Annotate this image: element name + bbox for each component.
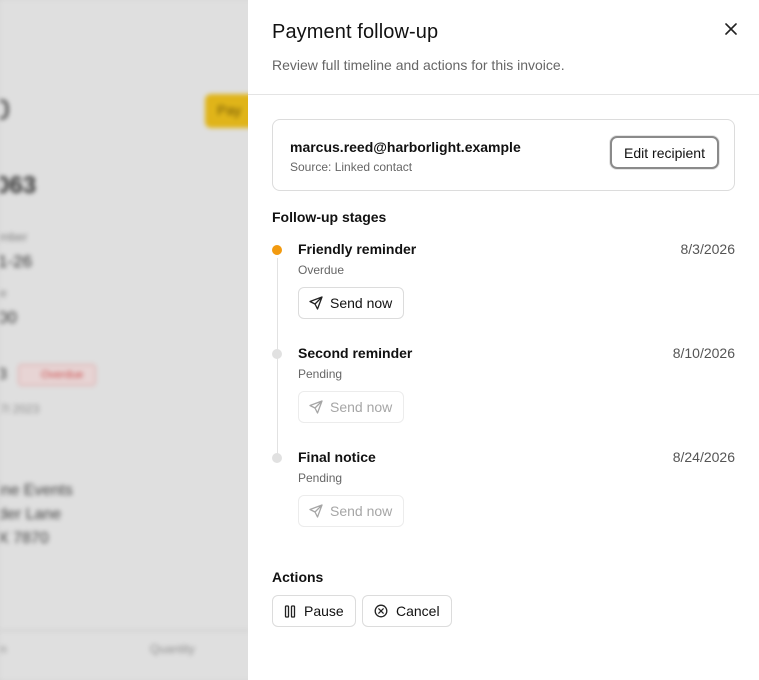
pause-icon [284,604,296,618]
close-icon [725,23,737,35]
stage-dot-active [272,245,282,255]
pause-label: Pause [304,603,344,619]
send-icon [309,504,323,518]
recipient-source: Source: Linked contact [290,160,413,174]
stage-status: Pending [298,471,343,485]
drawer-header: Payment follow-up Review full timeline a… [248,0,759,95]
send-now-label: Send now [330,503,393,519]
recipient-email: marcus.reed@harborlight.example [290,139,521,155]
send-now-label: Send now [330,295,393,311]
payment-followup-drawer: Payment follow-up Review full timeline a… [248,0,759,680]
close-button[interactable] [720,18,742,40]
cancel-label: Cancel [396,603,440,619]
stage-dot-pending [272,453,282,463]
send-icon [309,296,323,310]
stage-name: Friendly reminder [298,241,417,257]
stages-heading: Follow-up stages [272,209,387,225]
actions-heading: Actions [272,569,324,585]
cancel-circle-icon [374,604,388,618]
stage-date: 8/10/2026 [672,345,735,361]
stage-status: Overdue [298,263,345,277]
stage-name: Final notice [298,449,376,465]
recipient-card: marcus.reed@harborlight.example Source: … [272,119,735,191]
pause-button[interactable]: Pause [272,595,356,627]
stage-status: Pending [298,367,343,381]
drawer-subtitle: Review full timeline and actions for thi… [272,57,565,73]
edit-recipient-button[interactable]: Edit recipient [610,136,719,169]
stage-name: Second reminder [298,345,413,361]
stage-date: 8/3/2026 [680,241,736,257]
send-now-label: Send now [330,399,393,415]
send-now-button-disabled[interactable]: Send now [298,495,405,527]
send-now-button[interactable]: Send now [298,287,405,319]
stage-dot-pending [272,349,282,359]
send-now-button-disabled[interactable]: Send now [298,391,405,423]
cancel-button[interactable]: Cancel [362,595,452,627]
send-icon [309,400,323,414]
drawer-title: Payment follow-up [272,21,439,43]
stage-date: 8/24/2026 [672,449,735,465]
